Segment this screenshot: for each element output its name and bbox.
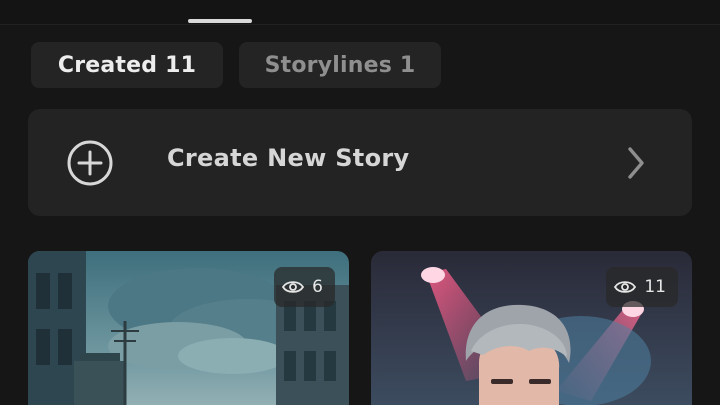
story-card-stage[interactable]: 11: [371, 251, 692, 405]
plus-circle-icon: [67, 140, 113, 186]
tab-storylines[interactable]: Storylines 1: [239, 42, 441, 88]
active-tab-indicator: [188, 19, 252, 23]
views-badge: 6: [274, 267, 335, 307]
tab-row: Created 11 Storylines 1: [31, 42, 441, 88]
create-new-story-label: Create New Story: [167, 144, 410, 172]
views-badge: 11: [606, 267, 678, 307]
app-page: Created 11 Storylines 1 Create New Story: [0, 0, 720, 405]
eye-icon: [614, 281, 637, 293]
top-bar: [0, 0, 720, 25]
views-count: 11: [644, 277, 666, 297]
chevron-right-icon: [628, 147, 644, 179]
tab-created[interactable]: Created 11: [31, 42, 223, 88]
eye-icon: [282, 281, 305, 293]
story-card-street[interactable]: 6: [28, 251, 349, 405]
views-count: 6: [312, 277, 323, 297]
